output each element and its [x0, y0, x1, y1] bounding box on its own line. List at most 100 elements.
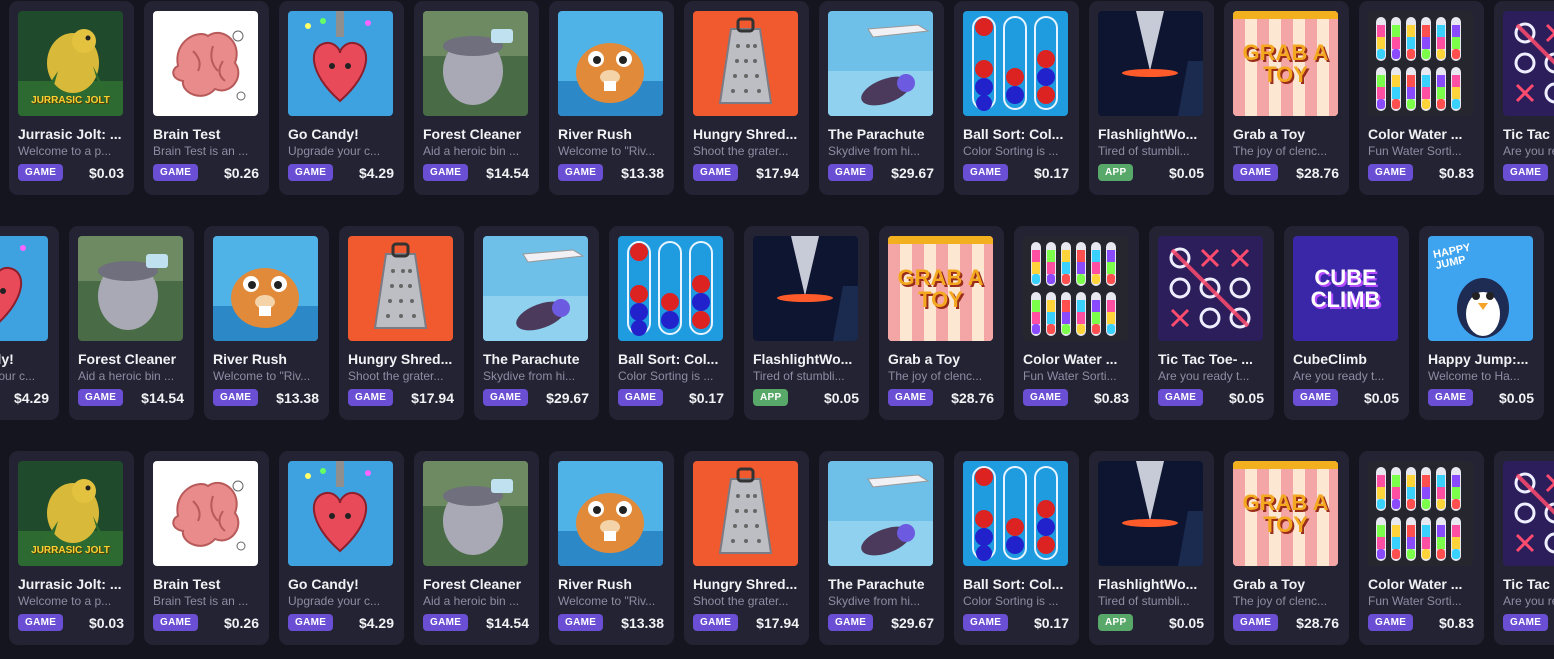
app-card[interactable]: JURRASIC JOLT Jurrasic Jolt: ... Welcome t…	[9, 1, 134, 195]
app-title: Color Water ...	[1023, 351, 1118, 367]
app-description: Upgrade your c...	[288, 144, 381, 158]
type-badge: GAME	[558, 164, 604, 181]
app-meta: GAME $0.26	[153, 614, 259, 631]
app-description: Shoot the grater...	[693, 594, 789, 608]
app-row-1-track: JURRASIC JOLT Jurrasic Jolt: ... Welcome t…	[9, 1, 1554, 195]
ball-sort-icon	[963, 461, 1068, 566]
app-card[interactable]: Color Water ... Fun Water Sorti... GAME $0.…	[1359, 451, 1484, 645]
app-price: $28.76	[951, 389, 994, 406]
app-title: Tic Tac Toe- ...	[1503, 576, 1554, 592]
app-card[interactable]: Color Water ... Fun Water Sorti... GAME $0.…	[1014, 226, 1139, 420]
type-badge: GAME	[18, 164, 64, 181]
app-title: The Parachute	[828, 576, 925, 592]
app-meta: GAME $4.29	[288, 614, 394, 631]
app-meta: GAME $4.29	[288, 164, 394, 181]
app-card[interactable]: Brain Test Brain Test is an ... GAME $0.26	[144, 1, 269, 195]
app-card[interactable]: Hungry Shred... Shoot the grater... GAME $1…	[684, 451, 809, 645]
type-badge: GAME	[1503, 614, 1549, 631]
app-meta: GAME $0.03	[18, 164, 124, 181]
app-card[interactable]: Forest Cleaner Aid a heroic bin ... GAME $1…	[414, 1, 539, 195]
app-title: Go Candy!	[288, 576, 359, 592]
app-meta: GAME $0.05	[1158, 389, 1264, 406]
type-badge: GAME	[153, 164, 199, 181]
app-row-1: JURRASIC JOLT Jurrasic Jolt: ... Welcome t…	[0, 1, 1554, 197]
app-title: Tic Tac Toe- ...	[1503, 126, 1554, 142]
app-title: The Parachute	[828, 126, 925, 142]
app-card[interactable]: River Rush Welcome to "Riv... GAME $13.38	[204, 226, 329, 420]
app-card[interactable]: FlashlightWo... Tired of stumbli... APP $0.…	[744, 226, 869, 420]
app-card[interactable]: The Parachute Skydive from hi... GAME $29.6…	[819, 1, 944, 195]
app-meta: GAME $17.94	[693, 164, 799, 181]
app-price: $0.17	[1033, 164, 1069, 181]
app-card[interactable]: Forest Cleaner Aid a heroic bin ... GAME $1…	[69, 226, 194, 420]
type-badge: GAME	[1233, 164, 1279, 181]
app-title: The Parachute	[483, 351, 580, 367]
app-price: $0.83	[1093, 389, 1129, 406]
app-price: $0.17	[688, 389, 724, 406]
app-card[interactable]: Hungry Shred... Shoot the grater... GAME $1…	[339, 226, 464, 420]
type-badge: GAME	[18, 614, 64, 631]
app-card[interactable]: Hungry Shred... Shoot the grater... GAME $1…	[684, 1, 809, 195]
type-badge: GAME	[963, 164, 1009, 181]
app-card[interactable]: Ball Sort: Col... Color Sorting is ... GAM…	[954, 1, 1079, 195]
jurassic-jolt-icon: JURRASIC JOLT	[18, 461, 123, 566]
app-title: Jurrasic Jolt: ...	[18, 126, 122, 142]
app-title: FlashlightWo...	[1098, 576, 1198, 592]
app-card[interactable]: Ball Sort: Col... Color Sorting is ... GAM…	[954, 451, 1079, 645]
app-card[interactable]: The Parachute Skydive from hi... GAME $29.6…	[819, 451, 944, 645]
app-title: Brain Test	[153, 126, 221, 142]
app-description: Brain Test is an ...	[153, 144, 249, 158]
app-card[interactable]: JURRASIC JOLT Jurrasic Jolt: ... Welcome t…	[9, 451, 134, 645]
app-card[interactable]: FlashlightWo... Tired of stumbli... APP $0.…	[1089, 1, 1214, 195]
forest-cleaner-icon	[423, 461, 528, 566]
app-meta: GAME $29.67	[828, 614, 934, 631]
app-price: $17.94	[756, 614, 799, 631]
app-price: $4.29	[358, 614, 394, 631]
app-card[interactable]: GRAB A TOY Grab a Toy The joy of clenc... G…	[1224, 1, 1349, 195]
app-card[interactable]: CUBE CLIMB CubeClimb Are you ready t... GAM…	[1284, 226, 1409, 420]
app-card[interactable]: Forest Cleaner Aid a heroic bin ... GAME $1…	[414, 451, 539, 645]
app-card[interactable]: FlashlightWo... Tired of stumbli... APP $0.…	[1089, 451, 1214, 645]
app-card[interactable]: Tic Tac Toe- ...Are you ready t...GAME$0…	[1494, 451, 1554, 645]
app-meta: APP $0.05	[753, 389, 859, 406]
type-badge: GAME	[483, 389, 529, 406]
app-meta: GAME $0.05	[1428, 389, 1534, 406]
app-meta: GAME $0.17	[963, 164, 1069, 181]
app-card[interactable]: River Rush Welcome to "Riv... GAME $13.38	[549, 451, 674, 645]
app-price: $17.94	[756, 164, 799, 181]
app-card[interactable]: HAPPY JUMP Happy Jump:... Welcome to Ha...…	[1419, 226, 1544, 420]
app-title: Hungry Shred...	[693, 126, 798, 142]
color-water-icon	[1368, 461, 1473, 566]
type-badge: GAME	[423, 614, 469, 631]
type-badge: GAME	[153, 614, 199, 631]
app-card[interactable]: GRAB A TOY Grab a Toy The joy of clenc... G…	[1224, 451, 1349, 645]
app-title: Jurrasic Jolt: ...	[18, 576, 122, 592]
app-card[interactable]: Go Candy!Upgrade your c...GAME$4.29	[0, 226, 59, 420]
grab-a-toy-icon: GRAB A TOY	[1233, 11, 1338, 116]
app-card[interactable]: Go Candy!Upgrade your c...GAME$4.29	[279, 451, 404, 645]
app-meta: GAME $28.76	[1233, 614, 1339, 631]
app-price: $0.05	[1498, 389, 1534, 406]
icon-logo-text: JURRASIC JOLT	[31, 545, 110, 556]
app-card[interactable]: Go Candy!Upgrade your c...GAME$4.29	[279, 1, 404, 195]
app-card[interactable]: River Rush Welcome to "Riv... GAME $13.38	[549, 1, 674, 195]
app-card[interactable]: Tic Tac Toe- ...Are you ready t...GAME$0…	[1494, 1, 1554, 195]
app-description: Color Sorting is ...	[963, 144, 1059, 158]
app-meta: GAME $13.38	[213, 389, 319, 406]
app-card[interactable]: The Parachute Skydive from hi... GAME $29.6…	[474, 226, 599, 420]
app-price: $0.05	[1228, 389, 1264, 406]
app-meta: GAME $14.54	[423, 164, 529, 181]
app-card[interactable]: Tic Tac Toe- ...Are you ready t...GAME$0…	[1149, 226, 1274, 420]
type-badge: GAME	[288, 614, 334, 631]
parachute-icon	[828, 11, 933, 116]
app-price: $0.17	[1033, 614, 1069, 631]
app-description: Tired of stumbli...	[1098, 594, 1190, 608]
app-card[interactable]: Color Water ... Fun Water Sorti... GAME $0.…	[1359, 1, 1484, 195]
app-card[interactable]: Ball Sort: Col... Color Sorting is ... GAM…	[609, 226, 734, 420]
app-card[interactable]: GRAB A TOY Grab a Toy The joy of clenc... G…	[879, 226, 1004, 420]
app-title: Forest Cleaner	[78, 351, 177, 367]
app-price: $0.03	[88, 614, 124, 631]
grab-a-toy-icon: GRAB A TOY	[1233, 461, 1338, 566]
app-card[interactable]: Brain Test Brain Test is an ... GAME $0.26	[144, 451, 269, 645]
type-badge: GAME	[1233, 614, 1279, 631]
